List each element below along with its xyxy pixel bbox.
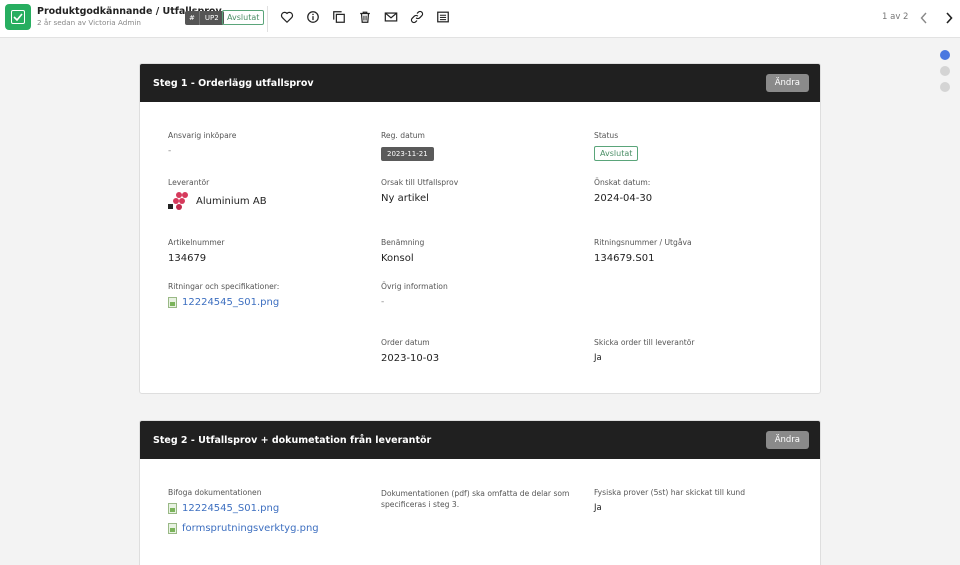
bifoga-field: Bifoga dokumentationen 12224545_S01.png … xyxy=(168,488,319,534)
ovrig-info-label: Övrig information xyxy=(381,282,448,291)
reg-date-chip: 2023-11-21 xyxy=(381,147,434,161)
specifications-label: Ritningar och specifikationer: xyxy=(168,282,280,291)
hash-label: # xyxy=(185,11,200,25)
orsak-label: Orsak till Utfallsprov xyxy=(381,178,459,187)
page-subtitle: 2 år sedan av Victoria Admin xyxy=(37,18,141,27)
top-bar: Produktgodkännande / Utfallsprov 2 år se… xyxy=(0,0,960,38)
doc-file-link-1[interactable]: 12224545_S01.png xyxy=(168,503,319,514)
fysiska-prover-value: Ja xyxy=(594,503,602,513)
status-field: Status Avslutat xyxy=(594,131,639,161)
step1-card: Steg 1 - Orderlägg utfallsprov Ändra Ans… xyxy=(139,63,821,394)
dokumentation-note: Dokumentationen (pdf) ska omfatta de del… xyxy=(381,488,569,510)
fysiska-prover-field: Fysiska prover (5st) har skickat till ku… xyxy=(594,488,745,513)
ovrig-info-value: - xyxy=(381,297,385,307)
ritningsnummer-value: 134679.S01 xyxy=(594,253,655,264)
heart-icon[interactable] xyxy=(279,9,295,25)
orsak-value: Ny artikel xyxy=(381,193,429,204)
doc-file-name-1: 12224545_S01.png xyxy=(182,503,280,514)
spec-file-name: 12224545_S01.png xyxy=(182,297,280,308)
reg-date-label: Reg. datum xyxy=(381,131,425,140)
pager-text: 1 av 2 xyxy=(882,12,909,22)
step-nav-dot-3[interactable] xyxy=(940,82,950,92)
bifoga-label: Bifoga dokumentationen xyxy=(168,488,262,497)
dokumentation-line-1: Dokumentationen (pdf) ska omfatta de del… xyxy=(381,489,570,498)
status-badge: Avslutat xyxy=(222,10,265,25)
benamning-field: Benämning Konsol xyxy=(381,238,424,264)
checkbox-app-icon[interactable] xyxy=(5,4,31,30)
id-tag: # UP2 xyxy=(185,11,224,25)
fysiska-prover-label: Fysiska prover (5st) har skickat till ku… xyxy=(594,488,746,497)
ansvarig-label: Ansvarig inköpare xyxy=(168,131,237,140)
mail-icon[interactable] xyxy=(383,9,399,25)
step2-title: Steg 2 - Utfallsprov + dokumetation från… xyxy=(153,434,432,446)
step-nav-dot-2[interactable] xyxy=(940,66,950,76)
supplier-logo-icon xyxy=(168,191,188,211)
supplier: Aluminium AB xyxy=(168,191,267,211)
image-file-icon xyxy=(168,297,177,308)
info-icon[interactable] xyxy=(305,9,321,25)
onskat-datum-label: Önskat datum: xyxy=(594,178,651,187)
step2-edit-button[interactable]: Ändra xyxy=(765,431,809,449)
divider xyxy=(267,6,268,32)
id-code: UP2 xyxy=(204,14,219,22)
step1-header: Steg 1 - Orderlägg utfallsprov Ändra xyxy=(140,64,820,102)
status-chip: Avslutat xyxy=(594,146,639,161)
ansvarig-field: Ansvarig inköpare - xyxy=(168,131,236,156)
reg-date-field: Reg. datum 2023-11-21 xyxy=(381,131,434,161)
ovrig-info-field: Övrig information - xyxy=(381,282,448,307)
artikelnummer-field: Artikelnummer 134679 xyxy=(168,238,225,264)
chevron-left-icon[interactable] xyxy=(917,10,931,26)
trash-icon[interactable] xyxy=(357,9,373,25)
image-file-icon xyxy=(168,503,177,514)
image-file-icon xyxy=(168,523,177,534)
benamning-label: Benämning xyxy=(381,238,425,247)
copy-icon[interactable] xyxy=(331,9,347,25)
leverantor-label: Leverantör xyxy=(168,178,210,187)
dokumentation-line-2: specificeras i steg 3. xyxy=(381,500,460,509)
step-nav-dot-1[interactable] xyxy=(940,50,950,60)
skicka-order-value: Ja xyxy=(594,353,602,363)
ritningsnummer-field: Ritningsnummer / Utgåva 134679.S01 xyxy=(594,238,692,264)
spec-file-link[interactable]: 12224545_S01.png xyxy=(168,297,279,308)
orsak-field: Orsak till Utfallsprov Ny artikel xyxy=(381,178,458,204)
list-icon[interactable] xyxy=(435,9,451,25)
supplier-name: Aluminium AB xyxy=(196,195,267,207)
chevron-right-icon[interactable] xyxy=(942,10,956,26)
doc-file-link-2[interactable]: formsprutningsverktyg.png xyxy=(168,523,319,534)
benamning-value: Konsol xyxy=(381,253,414,264)
step2-card: Steg 2 - Utfallsprov + dokumetation från… xyxy=(139,420,821,565)
skicka-order-label: Skicka order till leverantör xyxy=(594,338,695,347)
order-datum-label: Order datum xyxy=(381,338,430,347)
onskat-datum-field: Önskat datum: 2024-04-30 xyxy=(594,178,652,204)
status-label: Status xyxy=(594,131,619,140)
ansvarig-value: - xyxy=(168,146,172,156)
skicka-order-field: Skicka order till leverantör Ja xyxy=(594,338,695,363)
artikelnummer-label: Artikelnummer xyxy=(168,238,225,247)
onskat-datum-value: 2024-04-30 xyxy=(594,193,653,204)
step2-header: Steg 2 - Utfallsprov + dokumetation från… xyxy=(140,421,820,459)
link-icon[interactable] xyxy=(409,9,425,25)
doc-file-name-2: formsprutningsverktyg.png xyxy=(182,523,319,534)
leverantor-field: Leverantör Aluminium AB xyxy=(168,178,267,211)
step1-edit-button[interactable]: Ändra xyxy=(765,74,809,92)
ritningsnummer-label: Ritningsnummer / Utgåva xyxy=(594,238,692,247)
specifications-field: Ritningar och specifikationer: 12224545_… xyxy=(168,282,279,308)
step1-title: Steg 1 - Orderlägg utfallsprov xyxy=(153,77,314,89)
order-datum-field: Order datum 2023-10-03 xyxy=(381,338,439,364)
order-datum-value: 2023-10-03 xyxy=(381,353,440,364)
artikelnummer-value: 134679 xyxy=(168,253,207,264)
